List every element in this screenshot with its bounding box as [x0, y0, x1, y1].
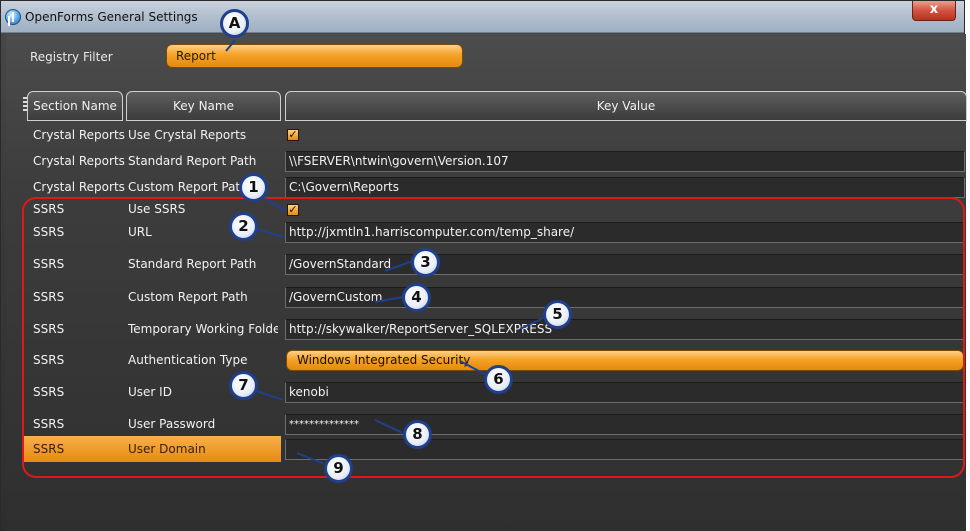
key-name-cell: Temporary Working Folder — [128, 322, 278, 336]
title-bar: OpenForms General Settings x — [1, 1, 964, 33]
key-name-cell: Use SSRS — [128, 202, 186, 216]
table-row[interactable]: Crystal Reports Custom Report Path C:\Go… — [27, 174, 967, 200]
key-value-field[interactable] — [285, 439, 965, 460]
callout-7: 7 — [229, 371, 258, 400]
callout-8: 8 — [403, 420, 432, 449]
registry-filter-input[interactable]: Report — [166, 44, 463, 68]
callout-6: 6 — [484, 365, 513, 394]
section-name-cell: SSRS — [33, 290, 65, 304]
grid-header: Section Name Key Name Key Value — [23, 91, 967, 121]
callout-4: 4 — [402, 283, 431, 312]
key-name-cell: User Password — [128, 417, 216, 431]
section-name-cell: Crystal Reports — [33, 154, 125, 168]
section-name-cell: Crystal Reports — [33, 180, 125, 194]
section-name-cell: SSRS — [33, 225, 65, 239]
key-value-field[interactable]: C:\Govern\Reports — [285, 177, 965, 198]
table-row[interactable]: SSRS Custom Report Path /GovernCustom — [27, 284, 967, 310]
key-value-field[interactable]: \\FSERVER\ntwin\govern\Version.107 — [285, 151, 965, 172]
section-name-cell: SSRS — [33, 322, 65, 336]
table-row[interactable]: SSRS Temporary Working Folder http://sky… — [27, 316, 967, 342]
section-name-cell: SSRS — [33, 385, 65, 399]
key-name-cell: Standard Report Path — [128, 257, 257, 271]
section-name-cell: Crystal Reports — [33, 128, 125, 142]
checkbox-checked[interactable]: ✓ — [287, 204, 299, 216]
key-value-field[interactable]: /GovernCustom — [285, 287, 965, 308]
table-row[interactable]: SSRS Use SSRS ✓ — [27, 200, 967, 219]
settings-window: OpenForms General Settings x Registry Fi… — [0, 0, 967, 531]
column-header-key-value[interactable]: Key Value — [285, 91, 967, 121]
key-value-field[interactable]: http://skywalker/ReportServer_SQLEXPRESS — [285, 319, 965, 340]
column-header-section-name[interactable]: Section Name — [27, 91, 123, 121]
app-icon — [5, 9, 21, 25]
section-name-cell: SSRS — [33, 353, 65, 367]
section-name-cell: SSRS — [33, 417, 65, 431]
key-name-cell: Use Crystal Reports — [128, 128, 247, 142]
key-name-cell: Authentication Type — [128, 353, 248, 367]
table-row-value[interactable] — [27, 436, 967, 462]
key-name-cell: Standard Report Path — [128, 154, 257, 168]
close-button[interactable]: x — [912, 1, 956, 21]
table-row[interactable]: Crystal Reports Standard Report Path \\F… — [27, 148, 967, 174]
section-name-cell: SSRS — [33, 202, 65, 216]
registry-filter-label: Registry Filter — [30, 50, 113, 64]
window-title: OpenForms General Settings — [25, 10, 198, 24]
callout-3: 3 — [411, 248, 440, 277]
table-row[interactable]: SSRS URL http://jxmtln1.harriscomputer.c… — [27, 219, 967, 245]
callout-1: 1 — [239, 173, 268, 202]
section-name-cell: SSRS — [33, 257, 65, 271]
key-name-cell: Custom Report Path — [128, 290, 248, 304]
table-row[interactable]: Crystal Reports Use Crystal Reports ✓ — [27, 122, 967, 148]
checkbox-checked[interactable]: ✓ — [287, 129, 299, 141]
callout-2: 2 — [229, 212, 258, 241]
settings-content: Registry Filter Report Section Name Key … — [6, 34, 967, 531]
column-header-key-name[interactable]: Key Name — [126, 91, 281, 121]
key-value-field[interactable]: kenobi — [285, 382, 965, 403]
authentication-type-dropdown[interactable]: Windows Integrated Security — [286, 350, 964, 371]
callout-a: A — [220, 9, 249, 38]
callout-5: 5 — [543, 300, 572, 329]
table-row[interactable]: SSRS Standard Report Path /GovernStandar… — [27, 251, 967, 277]
callout-9: 9 — [324, 454, 353, 483]
key-value-field[interactable]: /GovernStandard — [285, 254, 965, 275]
key-value-field[interactable]: http://jxmtln1.harriscomputer.com/temp_s… — [285, 222, 965, 243]
table-row[interactable]: SSRS User Password ************** — [27, 411, 967, 437]
